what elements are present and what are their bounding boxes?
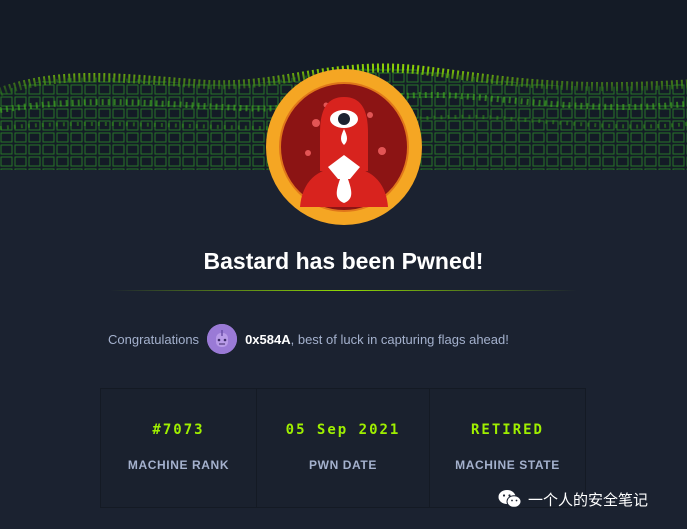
stat-label: MACHINE STATE <box>455 458 560 472</box>
stat-value: 05 Sep 2021 <box>285 422 401 438</box>
username-link[interactable]: 0x584A <box>245 332 291 347</box>
stat-value: RETIRED <box>470 422 544 438</box>
stat-machine-rank: #7073 MACHINE RANK <box>101 389 257 507</box>
stat-value: #7073 <box>152 422 205 438</box>
user-avatar[interactable] <box>207 324 238 354</box>
stat-label: MACHINE RANK <box>127 458 230 472</box>
congrats-suffix: , best of luck in capturing flags ahead! <box>290 331 509 347</box>
wechat-icon <box>498 490 522 508</box>
congratulations-message: Congratulations 0x584A, best of luck in … <box>108 324 509 354</box>
stat-pwn-date: 05 Sep 2021 PWN DATE <box>257 389 430 507</box>
wechat-watermark: 一个人的安全笔记 <box>498 486 648 512</box>
stat-label: PWN DATE <box>309 458 377 472</box>
page-title: Bastard has been Pwned! <box>203 248 484 274</box>
machine-avatar-badge <box>264 67 424 227</box>
watermark-text: 一个人的安全笔记 <box>528 491 649 509</box>
title-divider <box>110 290 577 291</box>
congrats-prefix: Congratulations <box>108 331 200 347</box>
avatar-face-icon <box>207 324 238 354</box>
